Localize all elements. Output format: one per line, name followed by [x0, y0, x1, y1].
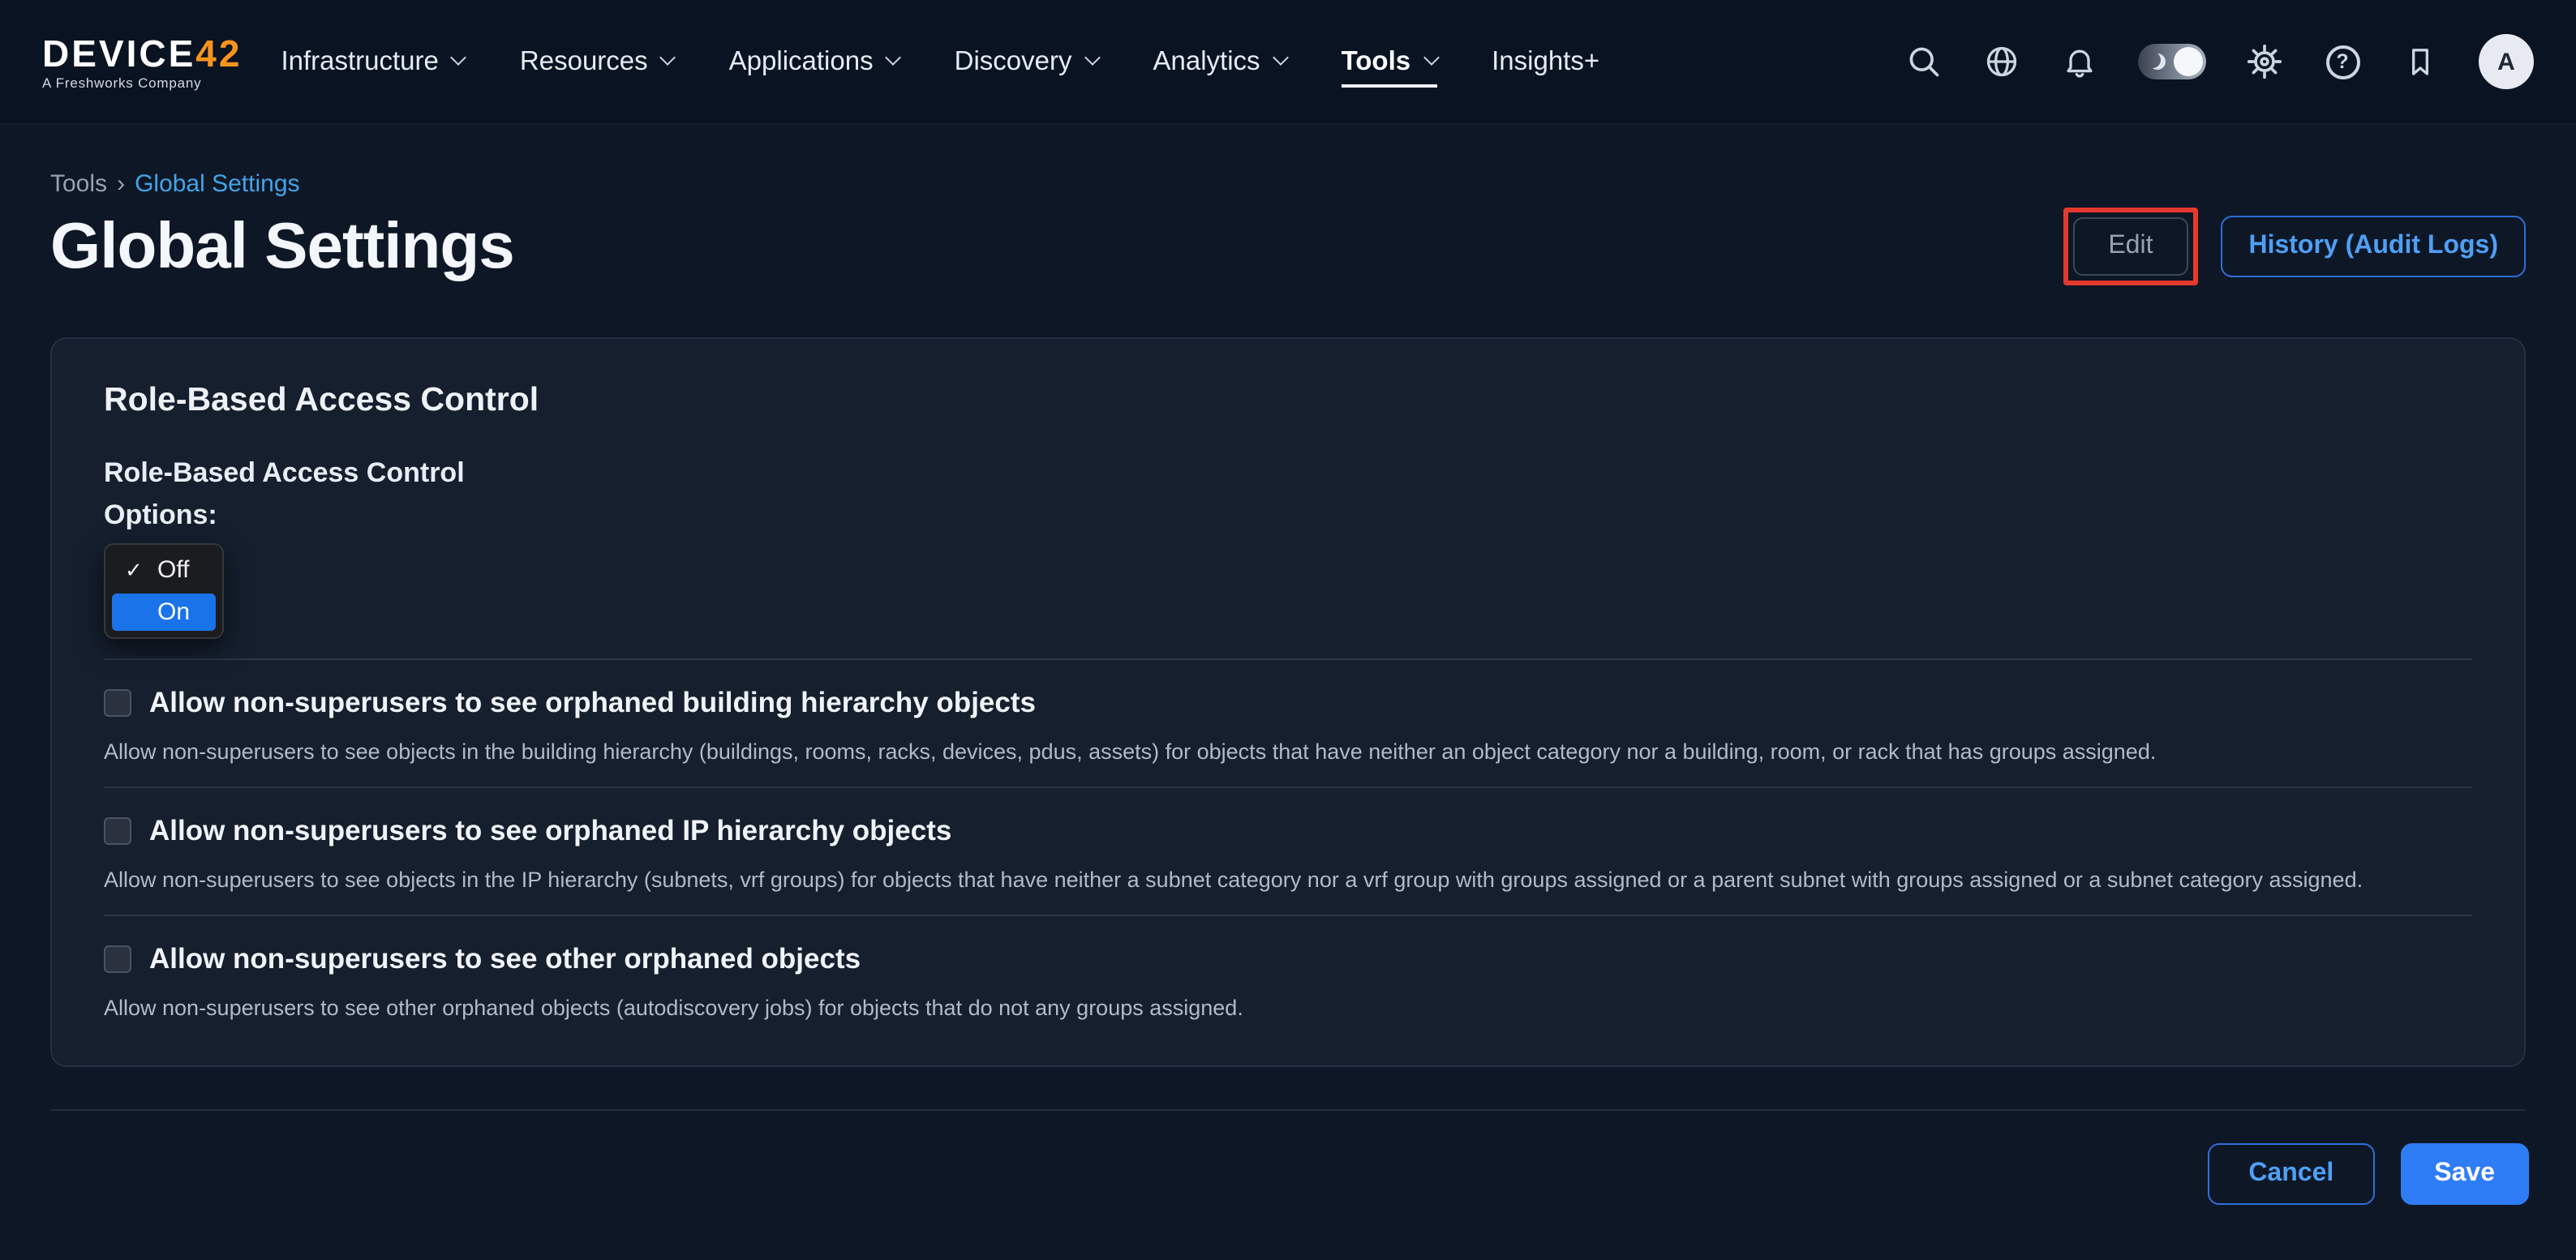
nav-item-tools[interactable]: Tools	[1342, 27, 1437, 96]
dropdown-option-on[interactable]: On	[112, 594, 216, 631]
logo-brand-accent: 42	[195, 32, 242, 74]
bookmark-icon[interactable]	[2401, 42, 2440, 81]
moon-icon	[2149, 54, 2166, 70]
logo-brand: DEVICE	[42, 32, 195, 74]
question-glyph: ?	[2325, 45, 2359, 79]
nav-item-label: Analytics	[1153, 46, 1260, 77]
help-icon[interactable]: ?	[2323, 42, 2362, 81]
rbac-options-label-line1: Role-Based Access Control	[104, 452, 2472, 495]
chevron-down-icon	[1423, 49, 1439, 66]
nav-item-label: Applications	[729, 46, 874, 77]
user-avatar[interactable]: A	[2479, 34, 2534, 89]
nav-item-label: Discovery	[955, 46, 1072, 77]
search-icon[interactable]	[1904, 42, 1943, 81]
nav-item-label: Infrastructure	[281, 46, 438, 77]
divider	[104, 658, 2472, 660]
footer-actions: Cancel Save	[0, 1111, 2576, 1205]
chevron-down-icon	[660, 49, 676, 66]
setting-row-ip-hierarchy: Allow non-superusers to see orphaned IP …	[104, 811, 2472, 895]
nav-item-infrastructure[interactable]: Infrastructure	[281, 27, 464, 96]
device42-logo[interactable]: DEVICE42 A Freshworks Company	[42, 33, 242, 90]
nav-item-resources[interactable]: Resources	[520, 27, 674, 96]
cancel-button[interactable]: Cancel	[2208, 1143, 2374, 1205]
dropdown-option-label: On	[157, 598, 190, 626]
dropdown-option-label: Off	[157, 556, 189, 584]
setting-label[interactable]: Allow non-superusers to see orphaned IP …	[149, 811, 951, 850]
setting-description: Allow non-superusers to see objects in t…	[104, 736, 2472, 767]
rbac-select-dropdown: ✓ Off On	[104, 543, 224, 639]
breadcrumb-current[interactable]: Global Settings	[135, 170, 299, 198]
nav-item-insights[interactable]: Insights+	[1492, 27, 1599, 96]
check-icon: ✓	[125, 559, 148, 581]
rbac-options-label: Role-Based Access Control Options:	[104, 452, 2472, 537]
bell-icon[interactable]	[2060, 42, 2099, 81]
app-window: DEVICE42 A Freshworks Company Infrastruc…	[0, 0, 2576, 1260]
breadcrumb-separator: ›	[117, 170, 125, 198]
header-actions: Edit History (Audit Logs)	[2063, 208, 2526, 285]
nav-item-label: Tools	[1342, 46, 1411, 77]
page-title: Global Settings	[50, 210, 514, 283]
nav-item-label: Resources	[520, 46, 648, 77]
globe-icon[interactable]	[1982, 42, 2021, 81]
breadcrumb-parent[interactable]: Tools	[50, 170, 107, 198]
main-menu: Infrastructure Resources Applications Di…	[281, 27, 1599, 96]
nav-item-analytics[interactable]: Analytics	[1153, 27, 1286, 96]
edit-button[interactable]: Edit	[2072, 217, 2188, 276]
toggle-knob	[2174, 47, 2203, 76]
gear-icon[interactable]	[2245, 42, 2284, 81]
top-navigation: DEVICE42 A Freshworks Company Infrastruc…	[0, 0, 2576, 125]
save-button[interactable]: Save	[2400, 1143, 2529, 1205]
nav-item-discovery[interactable]: Discovery	[955, 27, 1098, 96]
divider	[104, 786, 2472, 788]
breadcrumb: Tools › Global Settings	[50, 170, 2526, 198]
logo-wordmark: DEVICE42	[42, 33, 242, 72]
chevron-down-icon	[886, 49, 902, 66]
setting-description: Allow non-superusers to see objects in t…	[104, 864, 2472, 895]
nav-item-applications[interactable]: Applications	[729, 27, 899, 96]
annotation-highlight-box: Edit	[2063, 208, 2198, 285]
setting-description: Allow non-superusers to see other orphan…	[104, 992, 2472, 1023]
setting-label[interactable]: Allow non-superusers to see other orphan…	[149, 939, 861, 978]
setting-label[interactable]: Allow non-superusers to see orphaned bui…	[149, 683, 1036, 722]
setting-row-other-orphaned: Allow non-superusers to see other orphan…	[104, 939, 2472, 1023]
nav-utilities: ? A	[1904, 34, 2534, 89]
nav-item-label: Insights+	[1492, 46, 1599, 77]
chevron-down-icon	[451, 49, 467, 66]
page-content: Tools › Global Settings Global Settings …	[0, 170, 2576, 1067]
theme-toggle[interactable]	[2138, 44, 2206, 79]
history-audit-logs-button[interactable]: History (Audit Logs)	[2221, 216, 2526, 277]
chevron-down-icon	[1273, 49, 1289, 66]
setting-row-building-hierarchy: Allow non-superusers to see orphaned bui…	[104, 683, 2472, 767]
logo-tagline: A Freshworks Company	[42, 74, 242, 90]
dropdown-option-off[interactable]: ✓ Off	[112, 551, 216, 589]
setting-checkbox[interactable]	[104, 688, 131, 716]
setting-checkbox[interactable]	[104, 816, 131, 844]
divider	[104, 915, 2472, 916]
rbac-settings-card: Role-Based Access Control Role-Based Acc…	[50, 337, 2526, 1067]
card-title: Role-Based Access Control	[104, 381, 2472, 420]
rbac-options-label-line2: Options:	[104, 495, 2472, 537]
chevron-down-icon	[1084, 49, 1101, 66]
page-header: Global Settings Edit History (Audit Logs…	[50, 208, 2526, 285]
setting-checkbox[interactable]	[104, 945, 131, 972]
